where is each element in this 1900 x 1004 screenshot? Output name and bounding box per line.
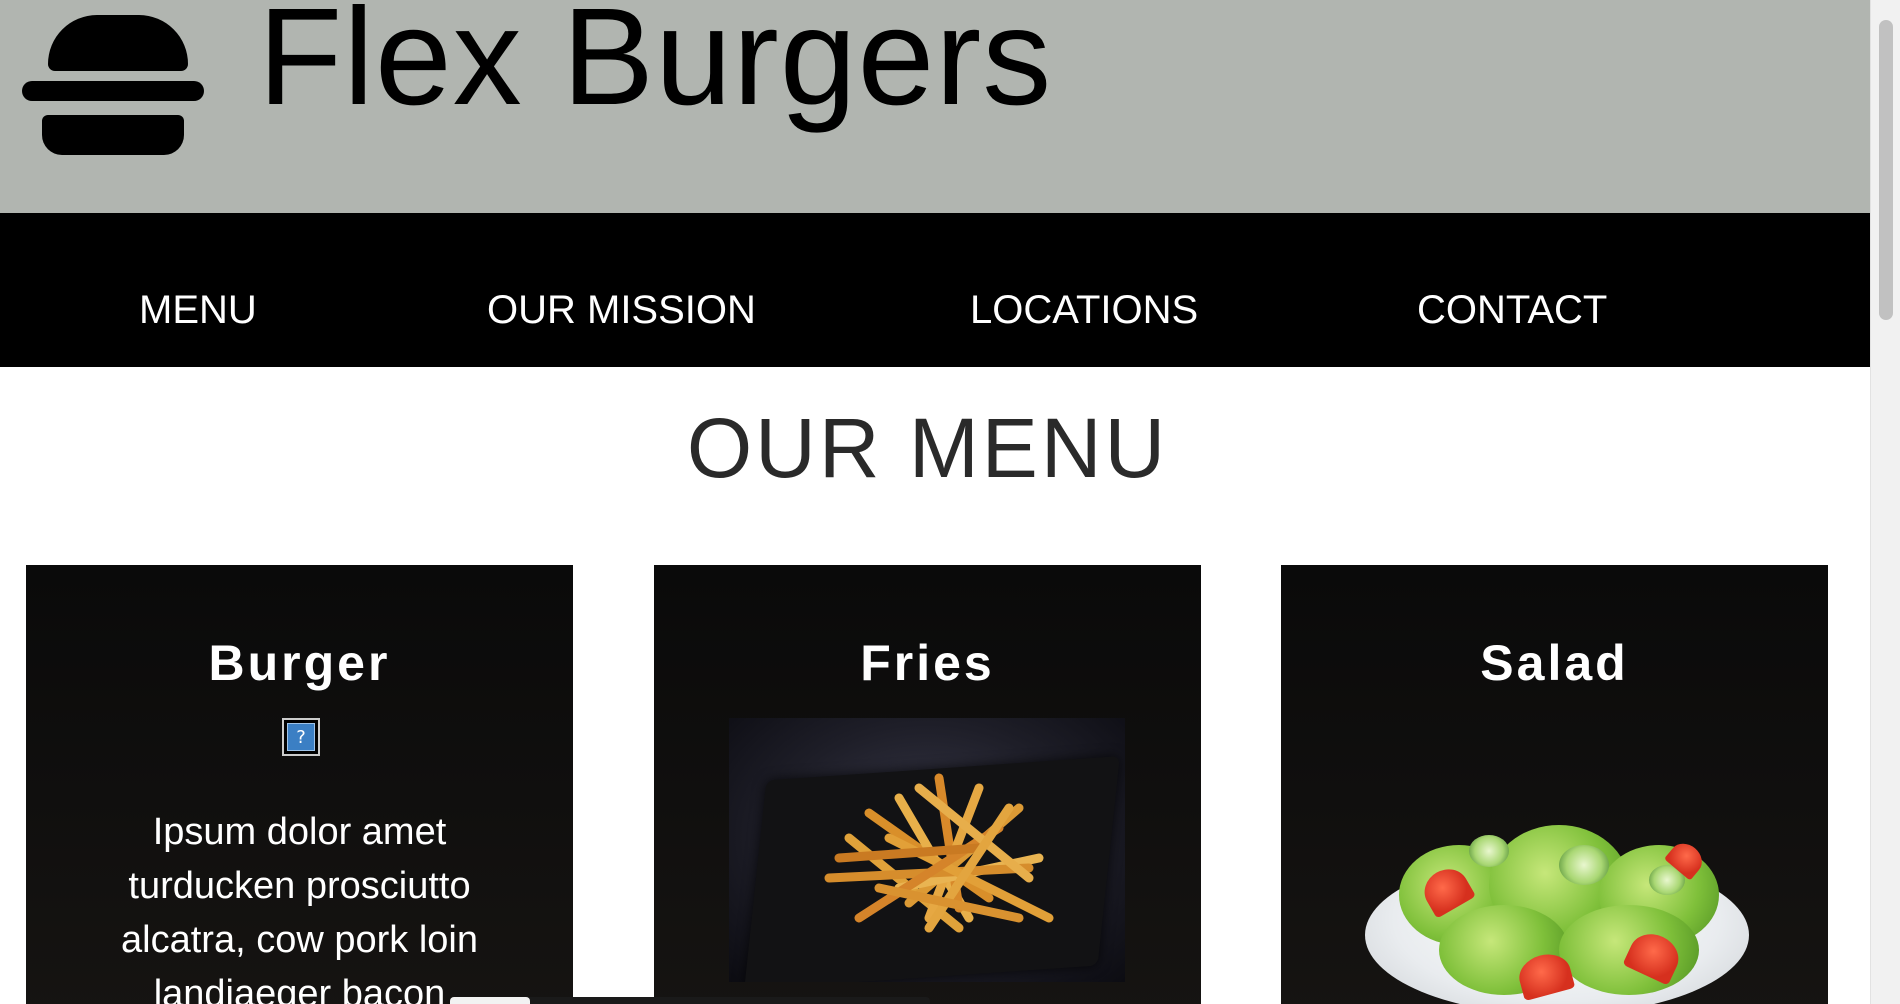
- scrollbar-thumb[interactable]: [1879, 20, 1893, 320]
- site-title[interactable]: Flex Burgers: [258, 0, 1052, 132]
- nav-link-locations[interactable]: LOCATIONS: [970, 213, 1198, 367]
- bottom-overlay-bar: [450, 997, 930, 1004]
- fries-illustration: [824, 773, 1054, 933]
- nav-link-contact[interactable]: CONTACT: [1417, 213, 1607, 367]
- nav-link-menu[interactable]: MENU: [139, 213, 257, 367]
- menu-card-salad: Salad: [1281, 565, 1828, 1004]
- card-title: Burger: [208, 635, 391, 691]
- site-header: Flex Burgers: [0, 0, 1870, 213]
- vertical-scrollbar[interactable]: [1870, 0, 1900, 1004]
- card-title: Fries: [860, 635, 995, 691]
- patty-shape: [22, 81, 204, 101]
- cucumber-slice: [1469, 835, 1509, 867]
- main-nav: MENU OUR MISSION LOCATIONS CONTACT: [0, 213, 1870, 367]
- card-description: Ipsum dolor amet turducken prosciutto al…: [121, 811, 478, 1004]
- burger-icon[interactable]: [22, 15, 204, 157]
- page: Flex Burgers MENU OUR MISSION LOCATIONS …: [0, 0, 1870, 1004]
- menu-card-burger: Burger ? Ipsum dolor amet turducken pros…: [26, 565, 573, 1004]
- salad-photo: [1359, 815, 1755, 1004]
- bun-top-shape: [48, 15, 188, 71]
- fries-photo: [729, 718, 1125, 982]
- cucumber-slice: [1559, 845, 1609, 885]
- menu-heading: OUR MENU: [686, 401, 1169, 495]
- nav-link-our-mission[interactable]: OUR MISSION: [487, 213, 756, 367]
- card-title: Salad: [1480, 635, 1629, 691]
- menu-card-fries: Fries: [654, 565, 1201, 1004]
- broken-image-icon: ?: [282, 718, 320, 756]
- bun-bottom-shape: [42, 115, 184, 155]
